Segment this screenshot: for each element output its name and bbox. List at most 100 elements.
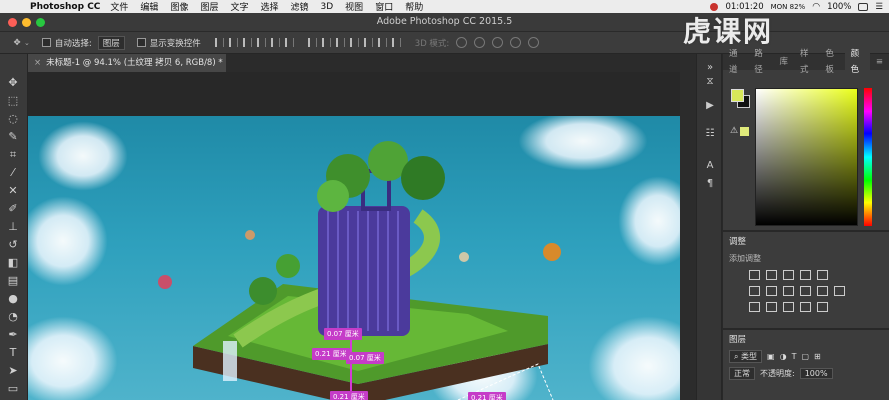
document-canvas[interactable]: 0.07 厘米 0.21 厘米 0.07 厘米 0.21 厘米 0.21 厘米 (28, 116, 680, 400)
3d-roll-icon[interactable] (474, 37, 486, 48)
menu-file[interactable]: 文件 (110, 0, 128, 13)
lasso-tool-icon[interactable]: ◌ (5, 112, 21, 126)
vibrance-icon[interactable] (817, 270, 828, 280)
align-right-icon[interactable] (284, 38, 294, 47)
align-top-icon[interactable] (214, 38, 224, 47)
type-tool-icon[interactable]: T (5, 346, 21, 360)
tab-libraries[interactable]: 库 (774, 54, 795, 70)
brush-tool-icon[interactable]: ✐ (5, 202, 21, 216)
align-hcenter-icon[interactable] (270, 38, 280, 47)
filter-pixel-icon[interactable]: ▣ (767, 352, 775, 361)
panel-menu-icon[interactable]: ≡ (870, 54, 889, 70)
marquee-tool-icon[interactable]: ⬚ (5, 94, 21, 108)
crop-tool-icon[interactable]: ⌗ (5, 148, 21, 162)
menu-help[interactable]: 帮助 (405, 0, 423, 13)
distribute-bottom-icon[interactable] (335, 38, 345, 47)
opacity-input[interactable]: 100% (799, 368, 833, 379)
blur-tool-icon[interactable]: ● (5, 292, 21, 306)
clone-stamp-tool-icon[interactable]: ⊥ (5, 220, 21, 234)
canvas-area[interactable]: 0.07 厘米 0.21 厘米 0.07 厘米 0.21 厘米 0.21 厘米 (28, 72, 680, 400)
collapse-panels-icon[interactable]: » (703, 62, 717, 74)
properties-icon[interactable]: ☷ (703, 128, 717, 140)
3d-scale-icon[interactable] (528, 37, 540, 48)
tab-swatches[interactable]: 色板 (819, 46, 844, 78)
selective-color-icon[interactable] (817, 302, 828, 312)
auto-select-dropdown[interactable]: 图层 (97, 35, 125, 50)
move-tool-icon[interactable]: ✥ (5, 76, 21, 90)
menu-3d[interactable]: 3D (321, 2, 334, 12)
levels-icon[interactable] (766, 270, 777, 280)
gamut-warning-swatch[interactable] (740, 127, 749, 136)
photo-filter-icon[interactable] (800, 286, 811, 296)
character-icon[interactable]: A (703, 160, 717, 172)
channel-mixer-icon[interactable] (817, 286, 828, 296)
filter-type-icon[interactable]: T (792, 352, 797, 361)
show-transform-checkbox[interactable] (136, 38, 146, 47)
layer-kind-filter[interactable]: ⌕ 类型 (729, 350, 763, 363)
menu-view[interactable]: 视图 (345, 0, 363, 13)
auto-select-checkbox[interactable] (41, 38, 51, 47)
menu-layer[interactable]: 图层 (200, 0, 218, 13)
3d-slide-icon[interactable] (510, 37, 522, 48)
battery-icon[interactable] (858, 2, 869, 11)
path-selection-tool-icon[interactable]: ➤ (5, 364, 21, 378)
distribute-left-icon[interactable] (349, 38, 359, 47)
color-spectrum-field[interactable] (755, 88, 858, 226)
distribute-hcenter-icon[interactable] (363, 38, 373, 47)
paragraph-icon[interactable]: ¶ (703, 178, 717, 190)
distribute-vcenter-icon[interactable] (321, 38, 331, 47)
gradient-tool-icon[interactable]: ▤ (5, 274, 21, 288)
wifi-icon[interactable]: ◠ (812, 2, 820, 12)
tab-color[interactable]: 颜色 (844, 46, 870, 78)
menu-edit[interactable]: 编辑 (140, 0, 158, 13)
blend-mode-dropdown[interactable]: 正常 (729, 367, 755, 380)
auto-align-icon[interactable] (391, 38, 401, 47)
menu-type[interactable]: 文字 (230, 0, 248, 13)
menu-image[interactable]: 图像 (170, 0, 188, 13)
tab-channels[interactable]: 通道 (723, 46, 748, 78)
pen-tool-icon[interactable]: ✒ (5, 328, 21, 342)
rectangle-tool-icon[interactable]: ▭ (5, 382, 21, 396)
threshold-icon[interactable] (783, 302, 794, 312)
dodge-tool-icon[interactable]: ◔ (5, 310, 21, 324)
eraser-tool-icon[interactable]: ◧ (5, 256, 21, 270)
foreground-color-swatch[interactable] (731, 89, 744, 102)
menu-filter[interactable]: 滤镜 (291, 0, 309, 13)
color-lookup-icon[interactable] (834, 286, 845, 296)
black-white-icon[interactable] (783, 286, 794, 296)
hue-slider[interactable] (864, 88, 872, 226)
move-tool-icon[interactable]: ✥ (10, 38, 24, 48)
filter-smart-icon[interactable]: ⊞ (814, 352, 821, 361)
history-icon[interactable]: ⧖ (703, 76, 717, 88)
color-balance-icon[interactable] (766, 286, 777, 296)
menu-list-icon[interactable]: ☰ (875, 2, 883, 12)
close-tab-icon[interactable]: × (34, 58, 41, 68)
gamut-warning-icon[interactable]: ⚠ (730, 126, 738, 136)
align-vcenter-icon[interactable] (228, 38, 238, 47)
tool-preset-chevron-icon[interactable]: ⌄ (24, 39, 30, 47)
healing-brush-tool-icon[interactable]: ✕ (5, 184, 21, 198)
magic-wand-tool-icon[interactable]: ✎ (5, 130, 21, 144)
document-tab[interactable]: × 未标题-1 @ 94.1% (土纹理 拷贝 6, RGB/8) * (28, 54, 226, 72)
3d-drag-icon[interactable] (492, 37, 504, 48)
distribute-top-icon[interactable] (307, 38, 317, 47)
menu-window[interactable]: 窗口 (375, 0, 393, 13)
gradient-map-icon[interactable] (800, 302, 811, 312)
menu-select[interactable]: 选择 (260, 0, 278, 13)
exposure-icon[interactable] (800, 270, 811, 280)
actions-icon[interactable]: ▶ (703, 100, 717, 112)
align-bottom-icon[interactable] (242, 38, 252, 47)
posterize-icon[interactable] (766, 302, 777, 312)
app-menu[interactable]: Photoshop CC (30, 2, 100, 12)
3d-rotate-icon[interactable] (456, 37, 468, 48)
eyedropper-tool-icon[interactable]: ⁄ (5, 166, 21, 180)
invert-icon[interactable] (749, 302, 760, 312)
tab-paths[interactable]: 路径 (748, 46, 773, 78)
tab-styles[interactable]: 样式 (794, 46, 819, 78)
distribute-right-icon[interactable] (377, 38, 387, 47)
brightness-contrast-icon[interactable] (749, 270, 760, 280)
history-brush-tool-icon[interactable]: ↺ (5, 238, 21, 252)
hue-saturation-icon[interactable] (749, 286, 760, 296)
curves-icon[interactable] (783, 270, 794, 280)
filter-shape-icon[interactable]: ▢ (801, 352, 809, 361)
